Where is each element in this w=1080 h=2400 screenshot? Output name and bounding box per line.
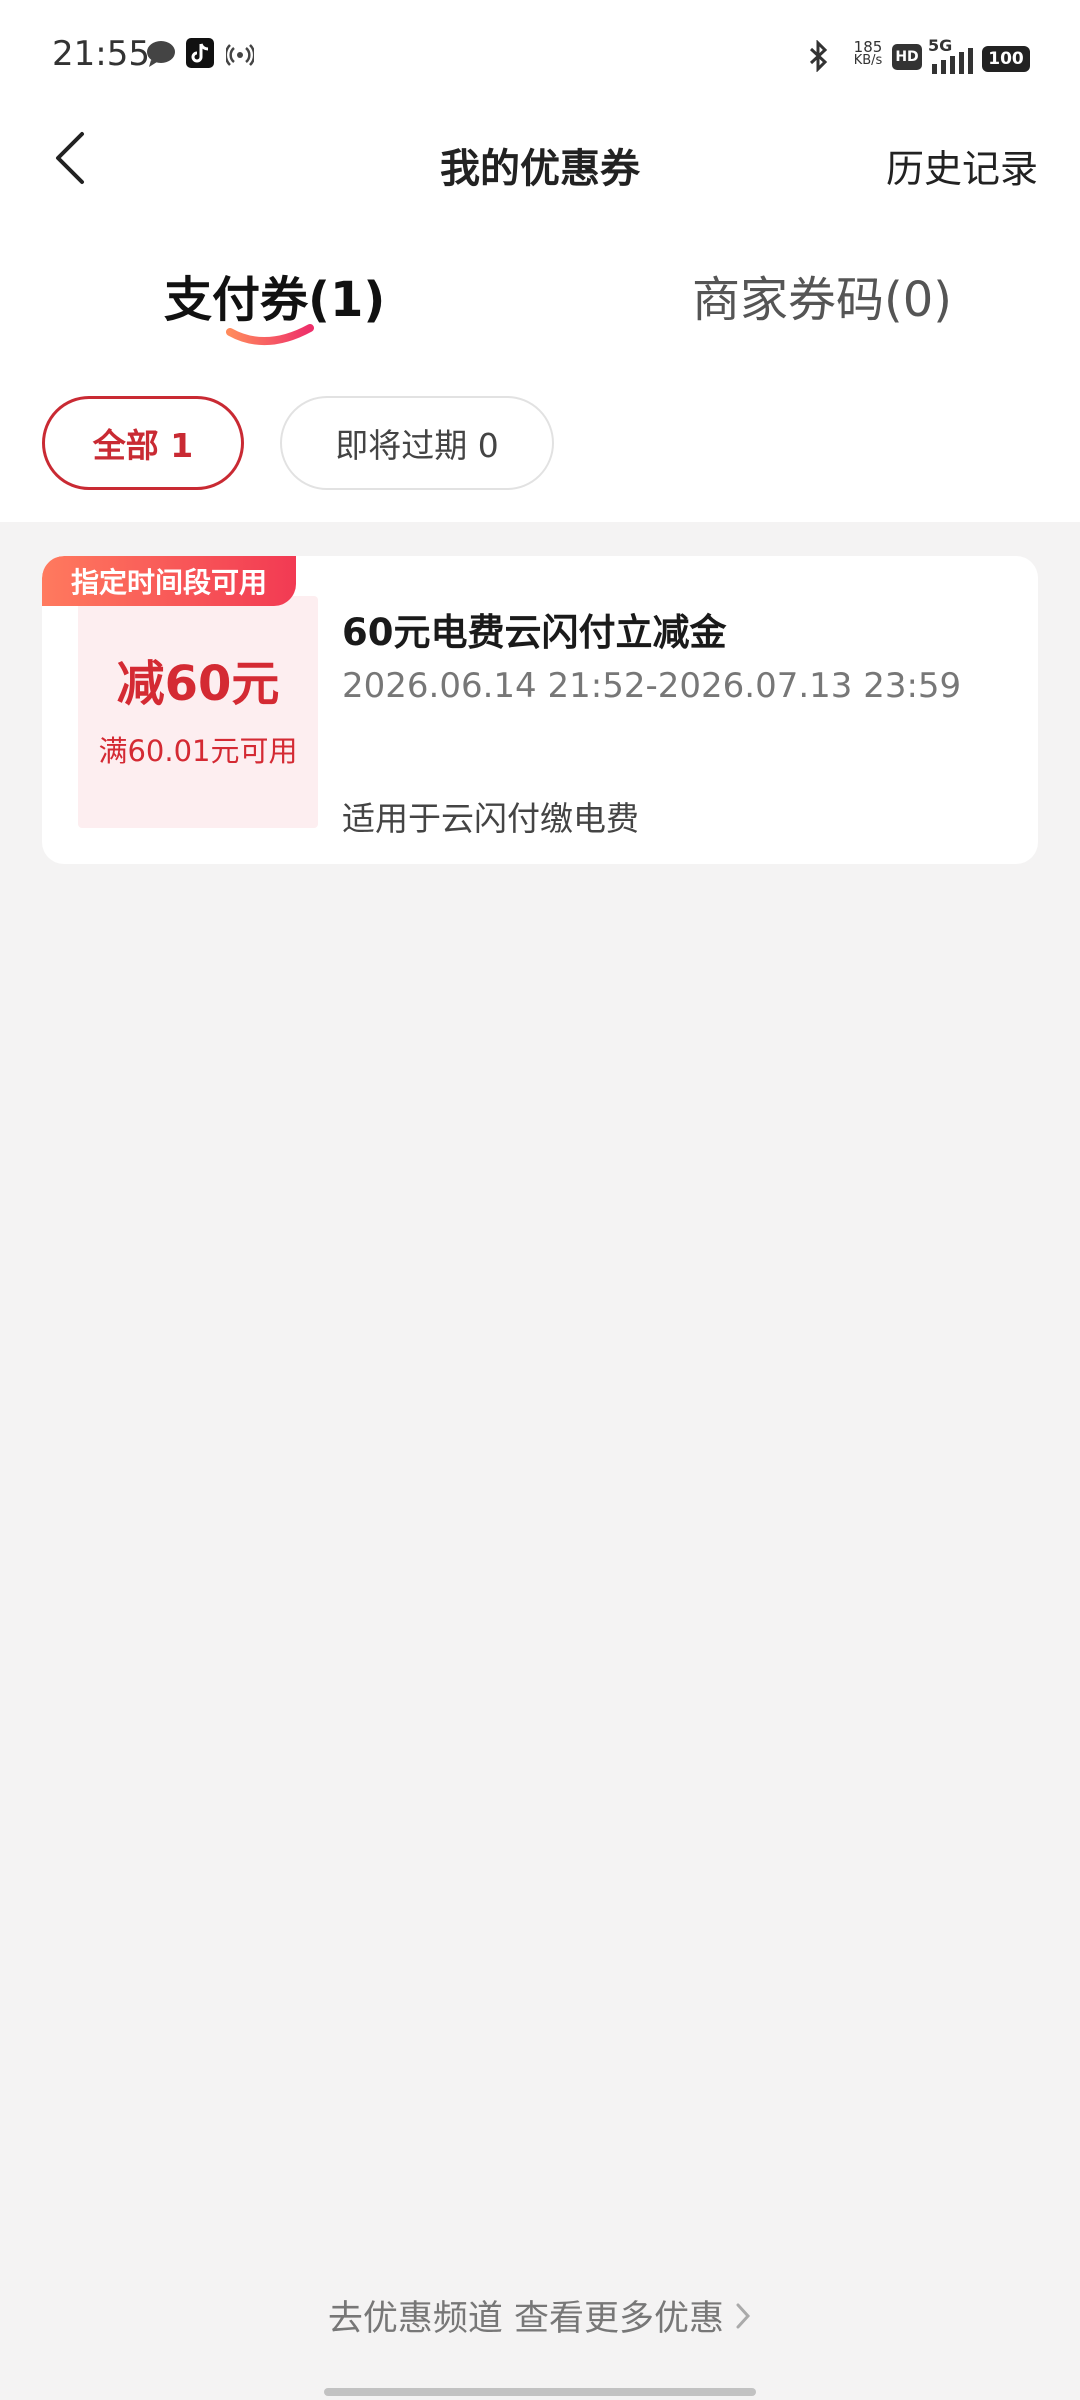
more-offers-link[interactable]: 去优惠频道 查看更多优惠: [0, 2290, 1080, 2341]
active-tab-indicator: [226, 324, 314, 345]
coupon-condition: 满60.01元可用: [98, 734, 298, 768]
hd-badge: HD: [892, 44, 922, 70]
coupon-time-tag: 指定时间段可用: [42, 556, 296, 606]
coupon-validity: 2026.06.14 21:52-2026.07.13 23:59: [342, 666, 962, 706]
battery-indicator: 100: [982, 46, 1030, 72]
net-speed: 185 KB/s: [846, 40, 890, 68]
filter-expiring-soon[interactable]: 即将过期 0: [280, 396, 554, 490]
coupon-page: 21:55 185 KB/s HD 5G 100 我的优惠券 历史记录 支付券(…: [0, 0, 1080, 2400]
hotspot-icon: [224, 44, 256, 70]
history-button[interactable]: 历史记录: [886, 138, 1038, 193]
coupon-tabs: 支付券(1) 商家券码(0): [0, 260, 1080, 360]
tab-merchant-codes[interactable]: 商家券码(0): [692, 260, 952, 330]
more-offers-label: 去优惠频道 查看更多优惠: [327, 2299, 725, 2339]
coupon-card[interactable]: 减60元 满60.01元可用 指定时间段可用 60元电费云闪付立减金 2026.…: [42, 556, 1038, 864]
message-icon: [146, 40, 176, 72]
signal-5g: 5G: [928, 36, 976, 80]
tiktok-icon: [186, 38, 214, 72]
net-speed-unit: KB/s: [853, 53, 883, 68]
status-time: 21:55: [52, 34, 150, 74]
network-type: 5G: [928, 36, 953, 55]
filter-all[interactable]: 全部 1: [42, 396, 244, 490]
nav-header: 我的优惠券 历史记录: [0, 120, 1080, 210]
status-bar: 21:55 185 KB/s HD 5G 100: [0, 0, 1080, 110]
coupon-title: 60元电费云闪付立减金: [342, 611, 727, 654]
tab-payment-coupons[interactable]: 支付券(1): [164, 260, 385, 330]
bluetooth-icon: [806, 39, 832, 76]
coupon-amount: 减60元: [116, 656, 280, 712]
chevron-right-icon: [734, 2300, 752, 2340]
coupon-scope: 适用于云闪付缴电费: [342, 799, 639, 838]
net-speed-value: 185: [853, 38, 883, 56]
coupon-value-block: 减60元 满60.01元可用: [78, 596, 318, 828]
home-indicator[interactable]: [324, 2388, 756, 2396]
